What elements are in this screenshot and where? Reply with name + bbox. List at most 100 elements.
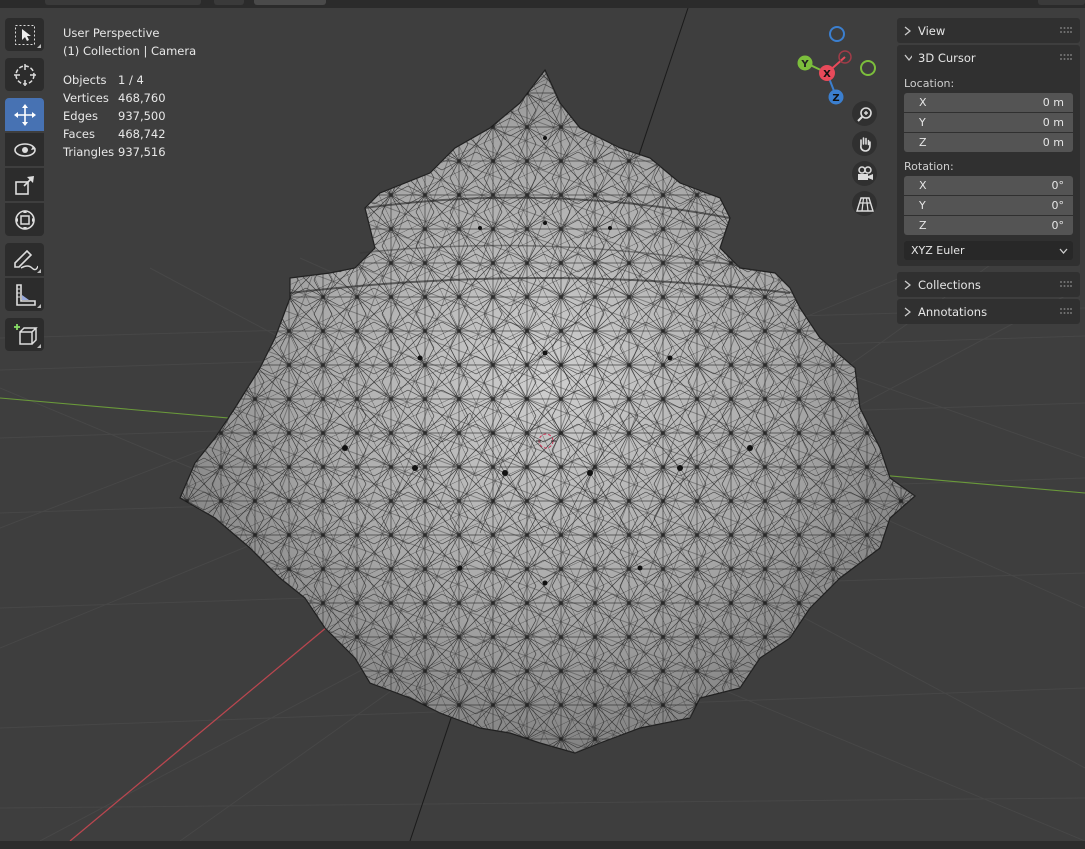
pan-button[interactable] [852, 131, 877, 156]
view-panel-header[interactable]: View [897, 18, 1080, 43]
stat-label: Edges [63, 109, 98, 123]
rotation-mode-value: XYZ Euler [911, 244, 965, 257]
top-header-strip [0, 0, 1085, 8]
field-value: 0° [1051, 179, 1065, 192]
chevron-down-icon [904, 54, 912, 61]
stat-label: Objects [63, 73, 107, 87]
transform-tool[interactable] [5, 203, 44, 236]
scene-statistics: Objects 1 / 4 Vertices 468,760 Edges 937,50… [63, 71, 196, 161]
drag-grip-icon[interactable] [1060, 27, 1072, 33]
stat-label: Faces [63, 127, 95, 141]
chevron-down-icon [1059, 248, 1068, 254]
annotations-panel-header[interactable]: Annotations [897, 299, 1080, 324]
chevron-right-icon [904, 306, 911, 317]
collections-panel-header[interactable]: Collections [897, 272, 1080, 297]
stat-value: 937,516 [118, 145, 166, 159]
chevron-right-icon [904, 25, 911, 36]
navigation-gizmo[interactable]: Y Z X [792, 24, 884, 110]
transform-icon [14, 209, 35, 230]
hand-pan-icon [859, 136, 871, 152]
annotate-pen-icon [13, 249, 38, 270]
measure-tool[interactable] [5, 278, 44, 311]
collection-line: (1) Collection | Camera [63, 44, 197, 58]
field-axis: Z [919, 136, 927, 149]
rotation-z-field[interactable]: Z 0° [904, 216, 1073, 235]
move-tool[interactable] [5, 98, 44, 131]
ruler-icon [15, 283, 36, 306]
location-x-field[interactable]: X 0 m [904, 93, 1073, 112]
tool-shelf [5, 18, 45, 353]
fractal-mesh-object[interactable] [179, 68, 916, 754]
3d-cursor-panel-body: Location: X 0 m Y 0 m Z 0 m Rotation: X 0° Y… [897, 68, 1080, 266]
gizmo-z-label: Z [832, 93, 839, 104]
rotation-label: Rotation: [904, 160, 954, 173]
rotation-y-field[interactable]: Y 0° [904, 196, 1073, 215]
field-axis: X [919, 179, 927, 192]
select-box-tool[interactable] [5, 18, 44, 51]
chevron-right-icon [904, 279, 911, 290]
add-cube-tool[interactable] [5, 318, 44, 351]
bottom-status-strip [0, 841, 1085, 849]
view-panel-label: View [918, 23, 946, 38]
cursor-select-icon [14, 24, 35, 45]
gizmo-y-label: Y [800, 59, 809, 70]
gizmo-x-label: X [823, 69, 831, 80]
stat-label: Triangles [63, 145, 115, 159]
cursor-tool[interactable] [5, 58, 44, 91]
field-value: 0° [1051, 219, 1065, 232]
location-z-field[interactable]: Z 0 m [904, 133, 1073, 152]
field-value: 0 m [1042, 96, 1064, 109]
camera-view-button[interactable] [852, 161, 877, 186]
rotation-x-field[interactable]: X 0° [904, 176, 1073, 195]
rotation-mode-dropdown[interactable]: XYZ Euler [904, 241, 1073, 260]
stat-row: Edges 937,500 [63, 107, 196, 125]
collections-panel-label: Collections [918, 277, 981, 292]
stat-value: 937,500 [118, 109, 166, 123]
field-value: 0 m [1042, 116, 1064, 129]
stat-row: Faces 468,742 [63, 125, 196, 143]
field-axis: Y [919, 199, 926, 212]
rotate-tool[interactable] [5, 133, 44, 166]
sidebar-panel: View 3D Cursor Location: X 0 m Y 0 m Z 0 m … [897, 18, 1080, 326]
field-axis: Z [919, 219, 927, 232]
zoom-icon [856, 106, 872, 122]
stat-value: 468,760 [118, 91, 166, 105]
stat-row: Triangles 937,516 [63, 143, 196, 161]
annotations-panel-label: Annotations [918, 304, 988, 319]
header-tab[interactable] [214, 0, 244, 5]
rotate-icon [13, 142, 36, 157]
move-arrows-icon [13, 103, 36, 126]
field-value: 0 m [1042, 136, 1064, 149]
field-axis: Y [919, 116, 926, 129]
drag-grip-icon[interactable] [1060, 308, 1072, 314]
field-axis: X [919, 96, 927, 109]
scale-tool[interactable] [5, 168, 44, 201]
location-y-field[interactable]: Y 0 m [904, 113, 1073, 132]
stat-label: Vertices [63, 91, 109, 105]
field-value: 0° [1051, 199, 1065, 212]
viewport-info-overlay: User Perspective (1) Collection | Camera… [63, 24, 196, 161]
stat-row: Vertices 468,760 [63, 89, 196, 107]
3d-cursor-panel-label: 3D Cursor [918, 50, 976, 65]
location-label: Location: [904, 77, 955, 90]
stat-value: 468,742 [118, 127, 166, 141]
header-tab[interactable] [1038, 0, 1085, 5]
annotate-tool[interactable] [5, 243, 44, 276]
perspective-toggle-button[interactable] [852, 191, 877, 216]
zoom-button[interactable] [852, 101, 877, 126]
3d-cursor-icon [13, 63, 36, 86]
add-cube-icon [13, 323, 38, 345]
camera-icon [857, 165, 873, 180]
drag-grip-icon[interactable] [1060, 281, 1072, 287]
gizmo-y-neg[interactable] [860, 60, 876, 76]
header-tab[interactable] [254, 0, 326, 5]
3d-viewport[interactable]: User Perspective (1) Collection | Camera… [0, 8, 1085, 841]
view-name: User Perspective [63, 26, 160, 40]
drag-grip-icon[interactable] [1060, 54, 1072, 60]
stat-value: 1 / 4 [118, 73, 144, 87]
grid-perspective-icon [855, 196, 874, 212]
scale-icon [14, 175, 34, 195]
header-tab[interactable] [45, 0, 201, 5]
3d-cursor-panel-header[interactable]: 3D Cursor [897, 45, 1080, 70]
gizmo-z-neg[interactable] [829, 26, 845, 42]
